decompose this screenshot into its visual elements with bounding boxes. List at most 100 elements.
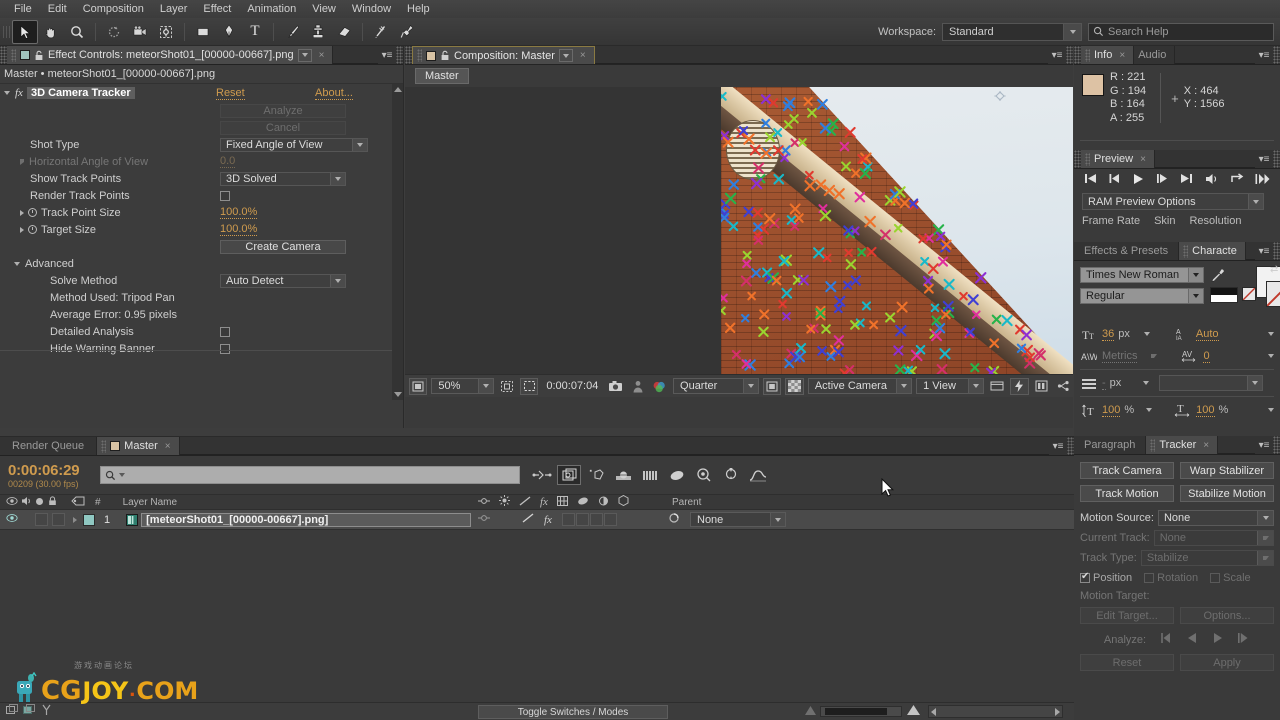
close-icon[interactable]: × bbox=[319, 50, 325, 61]
track-motion-button[interactable]: Track Motion bbox=[1080, 485, 1174, 502]
panel-grip-right[interactable] bbox=[396, 46, 403, 64]
panel-menu-icon[interactable]: ▾≡ bbox=[1255, 242, 1273, 260]
layer-audio-toggle[interactable] bbox=[35, 513, 48, 526]
tab-preview[interactable]: Preview × bbox=[1081, 150, 1155, 168]
eraser-tool[interactable] bbox=[331, 20, 357, 44]
stabilize-motion-button[interactable]: Stabilize Motion bbox=[1180, 485, 1274, 502]
disclosure-triangle-icon[interactable] bbox=[4, 91, 10, 95]
solo-switch-icon[interactable] bbox=[36, 497, 43, 508]
zoom-tool[interactable] bbox=[64, 20, 90, 44]
next-frame-button[interactable] bbox=[1156, 173, 1169, 187]
chevron-down-icon[interactable] bbox=[119, 473, 125, 477]
rotation-checkbox[interactable] bbox=[1144, 573, 1155, 583]
analyze-backward-button[interactable] bbox=[1187, 633, 1198, 646]
ram-preview-button[interactable] bbox=[1255, 173, 1270, 188]
disclosure-triangle-icon[interactable] bbox=[20, 158, 24, 165]
enable-frame-blending-icon[interactable] bbox=[611, 465, 635, 485]
graph-editor-switch-icon[interactable] bbox=[719, 465, 743, 485]
tab-render-queue[interactable]: Render Queue bbox=[0, 437, 98, 455]
panel-menu-icon[interactable]: ▾≡ bbox=[378, 46, 396, 64]
swap-colors-icon[interactable]: ⇄ bbox=[1270, 264, 1278, 275]
search-help-input[interactable]: Search Help bbox=[1088, 22, 1274, 41]
switch-shy-icon[interactable] bbox=[478, 496, 490, 509]
switch-effects-icon[interactable]: fx bbox=[540, 496, 548, 508]
no-stroke-swatch[interactable] bbox=[1242, 287, 1256, 301]
disclosure-triangle-icon[interactable] bbox=[20, 209, 24, 216]
panel-grip-right[interactable] bbox=[1273, 242, 1280, 260]
tab-tracker[interactable]: Tracker × bbox=[1146, 436, 1219, 454]
panel-grip[interactable] bbox=[0, 46, 7, 64]
video-switch-icon[interactable] bbox=[6, 496, 18, 509]
panel-grip-right[interactable] bbox=[1273, 436, 1280, 454]
layer-name[interactable]: [meteorShot01_[00000-00667].png] bbox=[141, 512, 472, 527]
horizontal-angle-value[interactable]: 0.0 bbox=[220, 155, 236, 168]
chevron-down-icon[interactable] bbox=[1268, 332, 1274, 336]
scroll-left-icon[interactable] bbox=[931, 707, 936, 716]
close-icon[interactable]: × bbox=[1203, 440, 1209, 451]
menu-item-effect[interactable]: Effect bbox=[195, 0, 239, 18]
panel-menu-icon[interactable]: ▾≡ bbox=[1049, 437, 1067, 455]
position-checkbox-group[interactable]: Position bbox=[1080, 571, 1132, 584]
tab-dropdown-icon[interactable] bbox=[297, 48, 312, 62]
ram-preview-options-dropdown[interactable]: RAM Preview Options bbox=[1082, 193, 1272, 210]
reset-button[interactable]: Reset bbox=[1080, 654, 1174, 671]
tab-character[interactable]: Characte bbox=[1179, 242, 1246, 260]
advanced-group-header[interactable]: Advanced bbox=[0, 255, 403, 272]
tab-paragraph[interactable]: Paragraph bbox=[1074, 436, 1147, 454]
first-frame-button[interactable] bbox=[1084, 173, 1097, 187]
parent-dropdown[interactable]: None bbox=[690, 512, 786, 527]
tab-info[interactable]: Info × bbox=[1081, 46, 1135, 64]
roto-brush-tool[interactable] bbox=[368, 20, 394, 44]
selection-tool[interactable] bbox=[12, 19, 38, 44]
detailed-analysis-checkbox[interactable] bbox=[220, 326, 230, 337]
fill-gradient-swatch[interactable] bbox=[1210, 287, 1238, 303]
chevron-down-icon[interactable] bbox=[1146, 408, 1153, 412]
baseline-shift-value[interactable]: - bbox=[1102, 377, 1106, 390]
parent-pickwhip-icon[interactable] bbox=[668, 512, 680, 527]
font-family-dropdown[interactable]: Times New Roman bbox=[1080, 267, 1204, 283]
current-track-dropdown[interactable]: None bbox=[1153, 530, 1274, 546]
chevron-down-icon[interactable] bbox=[1151, 354, 1158, 358]
audio-switch-icon[interactable] bbox=[21, 496, 33, 509]
tab-composition-master[interactable]: Composition: Master × bbox=[412, 46, 595, 64]
kerning-value[interactable]: Metrics bbox=[1102, 350, 1138, 363]
comp-flowchart-icon[interactable] bbox=[1055, 378, 1073, 395]
hand-tool[interactable] bbox=[38, 20, 64, 44]
layer-disclosure-icon[interactable] bbox=[73, 516, 77, 523]
always-preview-icon[interactable] bbox=[409, 377, 428, 395]
toggle-switches-modes-button[interactable]: Toggle Switches / Modes bbox=[478, 705, 668, 719]
region-preview-icon[interactable] bbox=[763, 377, 782, 395]
close-icon[interactable]: × bbox=[165, 441, 171, 452]
horizontal-scale-value[interactable]: 100 bbox=[1196, 404, 1215, 417]
chevron-down-icon[interactable] bbox=[1143, 332, 1150, 336]
tracking-value[interactable]: 0 bbox=[1203, 350, 1210, 363]
panel-grip[interactable] bbox=[405, 46, 412, 64]
channel-color-icon[interactable] bbox=[651, 378, 669, 395]
workspace-select[interactable]: Standard bbox=[942, 22, 1082, 41]
menu-item-help[interactable]: Help bbox=[399, 0, 438, 18]
layer-label-color[interactable] bbox=[83, 513, 95, 526]
view-camera-dropdown[interactable]: Active Camera bbox=[807, 378, 913, 394]
shape-tool[interactable] bbox=[190, 20, 216, 44]
breadcrumb-master[interactable]: Master bbox=[415, 68, 469, 84]
reset-button[interactable]: Reset bbox=[216, 87, 245, 100]
rotation-tool[interactable] bbox=[101, 20, 127, 44]
clone-stamp-tool[interactable] bbox=[305, 20, 331, 44]
edit-target-button[interactable]: Edit Target... bbox=[1080, 607, 1174, 624]
panel-menu-icon[interactable]: ▾≡ bbox=[1255, 436, 1273, 454]
scale-checkbox[interactable] bbox=[1210, 573, 1221, 583]
layer-effects-toggle[interactable]: fx bbox=[544, 514, 552, 526]
previous-frame-button[interactable] bbox=[1108, 173, 1121, 187]
switch-quality-icon[interactable] bbox=[519, 495, 531, 509]
font-style-dropdown[interactable]: Regular bbox=[1080, 288, 1204, 304]
motion-source-dropdown[interactable]: None bbox=[1157, 510, 1274, 526]
stopwatch-icon[interactable] bbox=[28, 208, 37, 217]
play-button[interactable] bbox=[1132, 173, 1144, 188]
table-row[interactable]: 1 [meteorShot01_[00000-00667].png] fx No… bbox=[0, 510, 1074, 530]
brush-tool[interactable] bbox=[279, 20, 305, 44]
audio-toggle-button[interactable] bbox=[1205, 173, 1219, 188]
loop-button[interactable] bbox=[1230, 172, 1244, 188]
render-track-points-checkbox[interactable] bbox=[220, 190, 230, 201]
panel-menu-icon[interactable]: ▾≡ bbox=[1255, 150, 1273, 168]
label-column-icon[interactable] bbox=[71, 496, 85, 509]
